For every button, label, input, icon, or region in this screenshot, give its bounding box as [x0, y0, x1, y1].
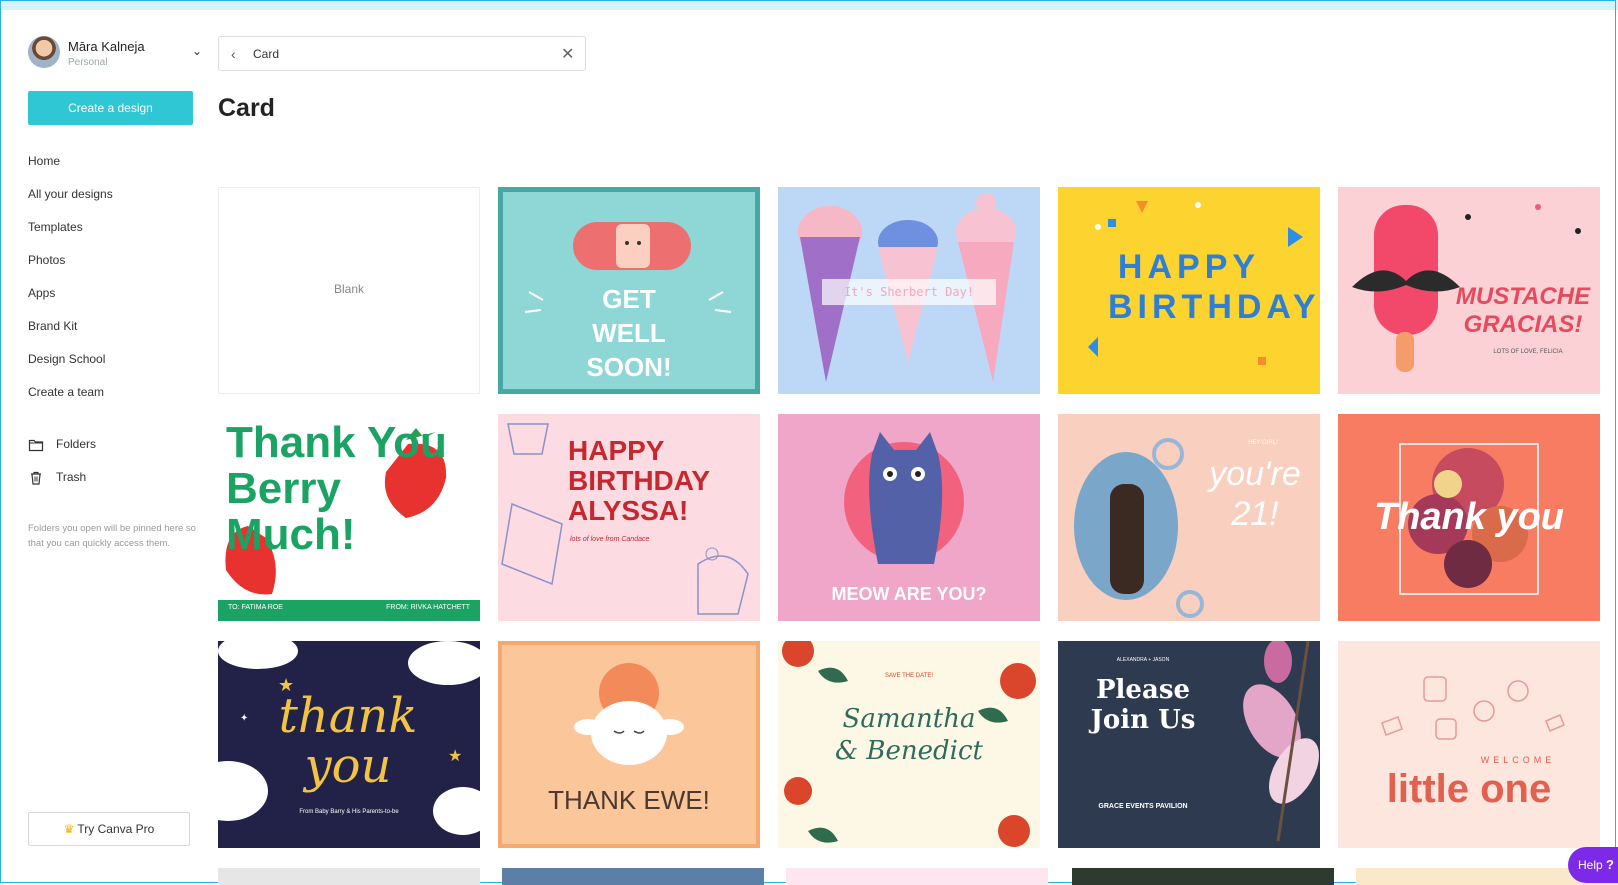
folder-icon	[28, 439, 44, 452]
template-card[interactable]	[218, 868, 480, 885]
template-card[interactable]: MEOW ARE YOU?	[778, 414, 1040, 621]
try-pro-button[interactable]: ♛ Try Canva Pro	[28, 812, 190, 846]
template-sub-right: FROM: RIVKA HATCHETT	[386, 604, 470, 611]
magnolia-illustration	[1243, 641, 1319, 842]
template-card[interactable]: Thank you	[1338, 414, 1600, 621]
folder-links: Folders Trash	[28, 437, 96, 503]
template-sub: lots of love from Candace	[570, 536, 650, 543]
sidebar-nav: Home All your designs Templates Photos A…	[28, 150, 208, 414]
template-label: you're 21!	[1209, 455, 1301, 533]
template-label: thank you	[278, 688, 418, 794]
sidebar-item-all-designs[interactable]: All your designs	[28, 183, 208, 216]
template-label: Samantha & Benedict	[834, 704, 983, 766]
template-label: It's Sherbert Day!	[822, 279, 996, 305]
baby-icons-illustration	[1381, 676, 1565, 740]
template-sub: SAVE THE DATE!	[884, 673, 933, 679]
template-card[interactable]: ★ ★ ✦ thank you From Baby Barry & His Pare…	[218, 641, 480, 848]
template-label: little one	[1386, 767, 1552, 811]
template-label: Thank You Berry Much!	[226, 418, 447, 559]
template-card[interactable]: HAPPY BIRTHDAY ALYSSA! lots of love from…	[498, 414, 760, 621]
template-card[interactable]: GET WELL SOON!	[498, 187, 760, 394]
template-card[interactable]: It's Sherbert Day!	[778, 187, 1040, 394]
template-sub: LOTS OF LOVE, FELICIA	[1493, 349, 1563, 355]
template-label: HAPPY BIRTHDAY	[1108, 248, 1320, 326]
close-icon[interactable]: ✕	[561, 44, 574, 64]
crown-icon: ♛	[63, 822, 75, 836]
template-card-blank[interactable]: Blank	[218, 187, 480, 394]
template-card[interactable]: HEY GIRL! you're 21!	[1058, 414, 1320, 621]
template-card[interactable]: Thank You Berry Much! TO: FATIMA ROE FRO…	[218, 414, 480, 621]
template-card[interactable]: HAPPY BIRTHDAY	[1058, 187, 1320, 394]
template-sub: From Baby Barry & His Parents-to-be	[299, 809, 399, 815]
template-card[interactable]	[502, 868, 764, 885]
back-chevron-icon[interactable]: ‹	[231, 46, 236, 62]
account-menu[interactable]: Māra Kalneja Personal ⌄	[28, 36, 208, 76]
svg-text:★: ★	[448, 748, 462, 765]
avatar	[28, 36, 60, 68]
try-pro-label: Try Canva Pro	[77, 822, 155, 836]
template-sub-left: TO: FATIMA ROE	[228, 604, 283, 611]
template-card[interactable]: SAVE THE DATE! Samantha & Benedict	[778, 641, 1040, 848]
sidebar-item-home[interactable]: Home	[28, 150, 208, 183]
sidebar-item-folders[interactable]: Folders	[28, 437, 96, 470]
sidebar-item-photos[interactable]: Photos	[28, 249, 208, 282]
sidebar-item-brand-kit[interactable]: Brand Kit	[28, 315, 208, 348]
trash-label: Trash	[56, 470, 87, 484]
template-sub: WELCOME	[1480, 755, 1556, 765]
sidebar: Māra Kalneja Personal ⌄ Create a design …	[16, 10, 206, 883]
template-label: MUSTACHE GRACIAS!	[1455, 283, 1591, 338]
folders-hint: Folders you open will be pinned here so …	[28, 523, 196, 549]
sidebar-item-design-school[interactable]: Design School	[28, 348, 208, 381]
template-card[interactable]: THANK EWE!	[498, 641, 760, 848]
template-card[interactable]	[1072, 868, 1334, 885]
sidebar-item-apps[interactable]: Apps	[28, 282, 208, 315]
template-label: HAPPY BIRTHDAY ALYSSA!	[568, 435, 710, 526]
template-sub: GRACE EVENTS PAVILION	[1098, 803, 1188, 810]
help-label: Help	[1578, 858, 1603, 872]
template-sub: ALEXANDRA + JASON	[1116, 657, 1170, 663]
template-card[interactable]: ALEXANDRA + JASON Please Join Us GRACE E…	[1058, 641, 1320, 848]
template-sub: HEY GIRL!	[1248, 440, 1278, 446]
template-label: Blank	[333, 282, 365, 296]
create-design-button[interactable]: Create a design	[28, 91, 193, 125]
template-label: GET WELL SOON!	[586, 284, 672, 382]
sidebar-item-create-team[interactable]: Create a team	[28, 381, 208, 414]
sidebar-item-trash[interactable]: Trash	[28, 470, 96, 503]
user-plan: Personal	[68, 57, 108, 68]
sidebar-item-templates[interactable]: Templates	[28, 216, 208, 249]
search-bar[interactable]: ‹ Card ✕	[218, 36, 586, 71]
template-label: THANK EWE!	[548, 785, 710, 815]
user-name: Māra Kalneja	[68, 39, 145, 54]
help-question-icon: ?	[1606, 857, 1614, 872]
template-card[interactable]	[786, 868, 1048, 885]
template-label: MEOW ARE YOU?	[831, 584, 987, 604]
help-button[interactable]: Help ?	[1568, 847, 1618, 883]
chevron-down-icon[interactable]: ⌄	[192, 44, 202, 58]
template-label: Thank you	[1373, 496, 1565, 538]
folders-label: Folders	[56, 437, 97, 451]
template-card[interactable]: MUSTACHE GRACIAS! LOTS OF LOVE, FELICIA	[1338, 187, 1600, 394]
search-input[interactable]: Card	[253, 47, 279, 61]
page-title: Card	[218, 94, 275, 122]
trash-icon	[31, 471, 41, 485]
template-label: Please Join Us	[1090, 675, 1196, 735]
template-card[interactable]: WELCOME little one	[1338, 641, 1600, 848]
